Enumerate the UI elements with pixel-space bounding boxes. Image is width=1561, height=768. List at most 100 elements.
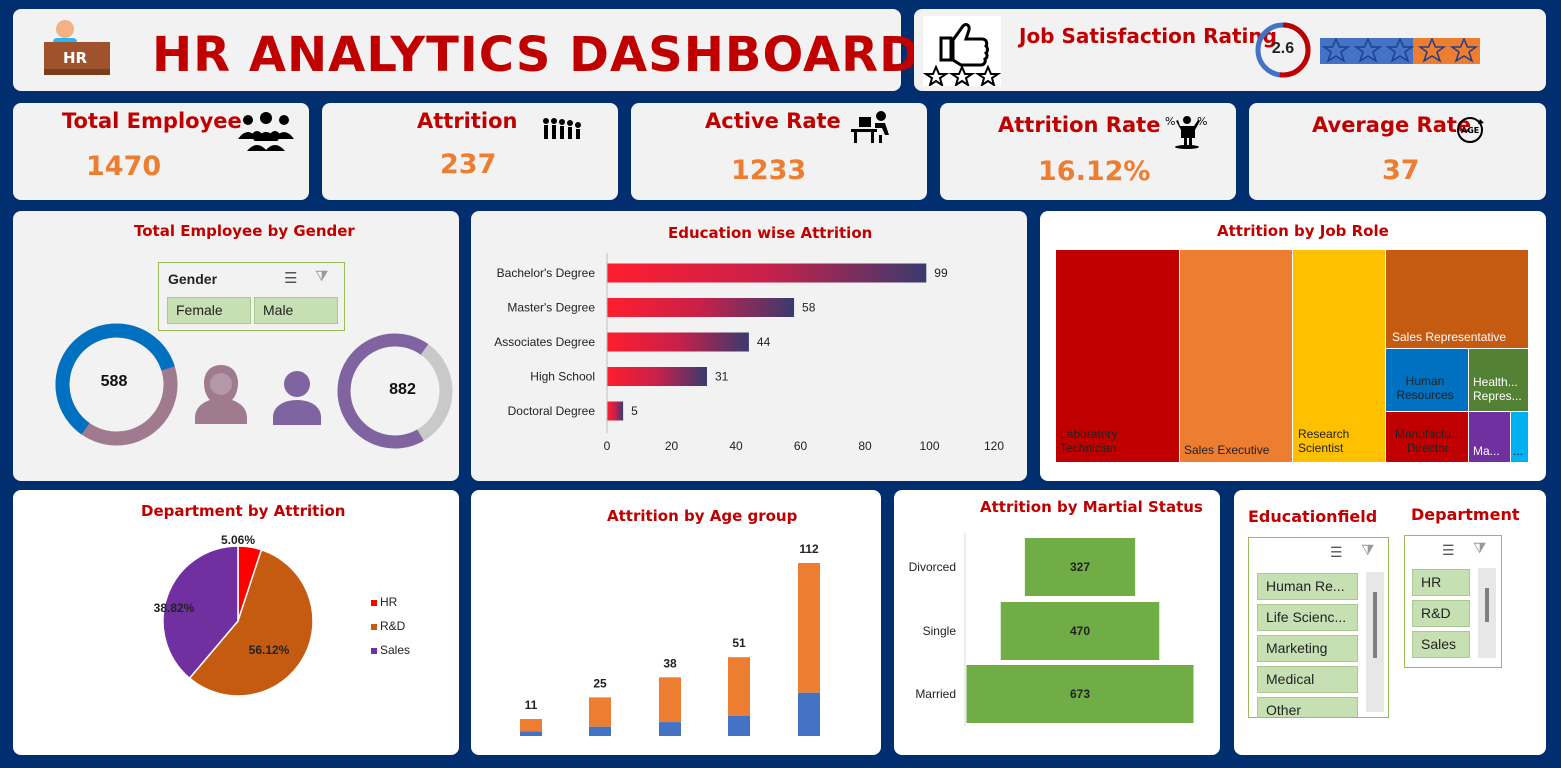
age-bar-segment bbox=[520, 731, 542, 736]
multi-select-icon[interactable]: ☰ bbox=[1330, 544, 1343, 561]
male-donut: 882 bbox=[335, 331, 455, 451]
slicer-option[interactable]: R&D bbox=[1412, 600, 1470, 627]
slicer-scrollbar[interactable] bbox=[1478, 568, 1496, 658]
slicer-option[interactable]: Medical bbox=[1257, 666, 1358, 693]
education-bar-chart: Bachelor's Degree 99 Master's Degree 58 Asso… bbox=[494, 253, 1004, 453]
satisfaction-panel: Job Satisfaction Rating 2.6 bbox=[914, 9, 1546, 91]
department-attrition-panel: Department by Attrition 5.06% 56.12% 38.82… bbox=[13, 490, 459, 755]
education-bar bbox=[607, 401, 624, 421]
education-attrition-panel: Education wise Attrition Bachelor's Degr… bbox=[471, 211, 1027, 481]
leaving-people-icon bbox=[536, 113, 586, 152]
thumbs-up-rating-icon bbox=[922, 16, 1002, 88]
slicer-option-male[interactable]: Male bbox=[254, 297, 338, 324]
category-label: Doctoral Degree bbox=[508, 404, 596, 418]
slicer-option[interactable]: Other bbox=[1257, 697, 1358, 717]
satisfaction-value: 2.6 bbox=[1271, 40, 1295, 57]
category-label: Master's Degree bbox=[507, 301, 595, 315]
kpi-attrition: Attrition 237 bbox=[322, 103, 618, 200]
age-bar-segment bbox=[589, 697, 611, 727]
category-label: Divorced bbox=[909, 560, 956, 574]
kpi-label: Total Employee bbox=[62, 109, 242, 133]
satisfaction-gauge: 2.6 bbox=[1253, 20, 1313, 80]
clear-filter-icon[interactable]: ⧩ bbox=[1361, 542, 1374, 559]
x-tick-label: 80 bbox=[858, 439, 872, 453]
data-label: 112 bbox=[799, 542, 819, 556]
clear-filter-icon[interactable]: ⧩ bbox=[315, 268, 328, 285]
legend-swatch bbox=[371, 648, 377, 654]
legend-swatch bbox=[371, 624, 377, 630]
satisfaction-label: Job Satisfaction Rating bbox=[1019, 24, 1277, 48]
legend-label: R&D bbox=[380, 619, 406, 633]
people-group-icon bbox=[235, 111, 297, 156]
age-group-bar-chart: 11 25 38 51 112 bbox=[520, 542, 820, 736]
filters-panel: Educationfield Department ☰ ⧩ Human Re..… bbox=[1234, 490, 1546, 755]
education-bar bbox=[607, 367, 707, 386]
slicer-option[interactable]: Marketing bbox=[1257, 635, 1358, 662]
category-label: Associates Degree bbox=[494, 335, 595, 349]
kpi-value: 1233 bbox=[731, 155, 807, 186]
data-label: 31 bbox=[715, 370, 729, 384]
department-slicer: ☰ ⧩ HR R&D Sales bbox=[1404, 535, 1502, 668]
slice-label: 56.12% bbox=[249, 643, 290, 657]
data-label: 38 bbox=[663, 656, 677, 670]
job-role-chart-title: Attrition by Job Role bbox=[1217, 222, 1389, 240]
slicer-option[interactable]: HR bbox=[1412, 569, 1470, 596]
treemap-cell: Research Scientist bbox=[1293, 250, 1385, 462]
kpi-label: Active Rate bbox=[705, 109, 841, 133]
kpi-label: Average Rate bbox=[1312, 113, 1472, 137]
data-label: 673 bbox=[1070, 687, 1090, 701]
kpi-value: 237 bbox=[440, 149, 497, 180]
data-label: 470 bbox=[1070, 624, 1090, 638]
male-person-icon bbox=[269, 367, 325, 430]
age-bar-segment bbox=[728, 657, 750, 716]
age-bar-segment bbox=[659, 722, 681, 736]
education-bar bbox=[607, 263, 927, 283]
slicer-option-female[interactable]: Female bbox=[167, 297, 251, 324]
marital-status-panel: Attrition by Martial Status Divorced 327 S… bbox=[894, 490, 1220, 755]
page-title: HR ANALYTICS DASHBOARD bbox=[152, 27, 920, 83]
kpi-average-rate: Average Rate 37 AGE bbox=[1249, 103, 1546, 200]
kpi-total-employee: Total Employee 1470 bbox=[13, 103, 309, 200]
age-bar-segment bbox=[659, 677, 681, 723]
data-label: 99 bbox=[934, 266, 948, 280]
x-tick-label: 60 bbox=[794, 439, 808, 453]
kpi-value: 1470 bbox=[86, 151, 162, 182]
x-tick-label: 20 bbox=[665, 439, 679, 453]
treemap-cell: Ma... bbox=[1469, 412, 1510, 462]
hr-badge-label: HR bbox=[63, 49, 88, 67]
clear-filter-icon[interactable]: ⧩ bbox=[1473, 540, 1486, 557]
marital-funnel-chart: Divorced 327 Single 470 Married 673 bbox=[909, 533, 1194, 726]
gender-slicer-title: Gender bbox=[168, 271, 218, 287]
multi-select-icon[interactable]: ☰ bbox=[1442, 542, 1455, 559]
female-donut: 588 bbox=[54, 322, 179, 447]
data-label: 327 bbox=[1070, 560, 1090, 574]
slicer-scrollbar[interactable] bbox=[1366, 572, 1384, 712]
x-tick-label: 40 bbox=[729, 439, 743, 453]
category-label: Bachelor's Degree bbox=[497, 266, 596, 280]
legend-swatch bbox=[371, 600, 377, 606]
x-tick-label: 120 bbox=[984, 439, 1004, 453]
multi-select-icon[interactable]: ☰ bbox=[284, 269, 297, 287]
kpi-label: Attrition Rate bbox=[998, 113, 1161, 137]
age-bar-segment bbox=[728, 715, 750, 736]
legend-label: HR bbox=[380, 595, 398, 609]
age-bar-segment bbox=[520, 719, 542, 732]
gender-slicer: Gender ☰ ⧩ Female Male bbox=[158, 262, 345, 331]
job-role-panel: Attrition by Job Role Laboratory Technic… bbox=[1040, 211, 1546, 481]
svg-text:AGE: AGE bbox=[1461, 126, 1479, 135]
slicer-option[interactable]: Human Re... bbox=[1257, 573, 1358, 600]
header-panel: HR HR ANALYTICS DASHBOARD bbox=[13, 9, 919, 91]
x-tick-label: 100 bbox=[919, 439, 939, 453]
treemap-cell: Sales Representative bbox=[1386, 250, 1528, 348]
education-bar bbox=[607, 298, 795, 317]
data-label: 25 bbox=[593, 676, 607, 690]
legend-label: Sales bbox=[380, 643, 411, 657]
age-cycle-icon: AGE bbox=[1454, 115, 1488, 150]
slicer-option[interactable]: Sales bbox=[1412, 631, 1470, 658]
treemap-cell: Manufactu... Director bbox=[1386, 412, 1468, 462]
gender-panel: Total Employee by Gender Gender ☰ ⧩ Fema… bbox=[13, 211, 459, 481]
category-label: Single bbox=[923, 624, 957, 638]
data-label: 51 bbox=[732, 636, 746, 650]
slice-label: 5.06% bbox=[221, 533, 255, 547]
slicer-option[interactable]: Life Scienc... bbox=[1257, 604, 1358, 631]
